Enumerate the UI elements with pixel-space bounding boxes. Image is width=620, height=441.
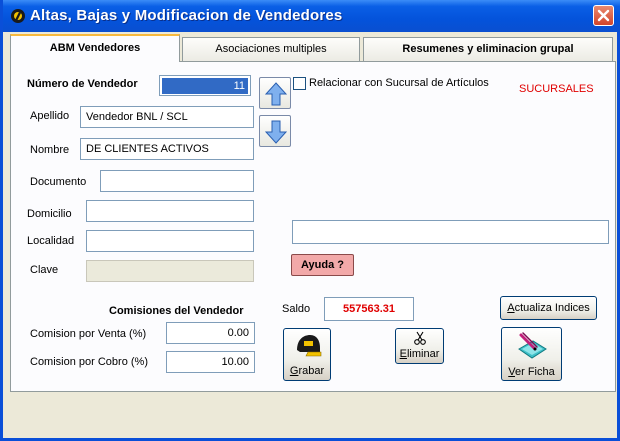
eliminar-label: liminar — [406, 348, 440, 360]
edit-card-icon — [518, 332, 547, 359]
actualiza-indices-button[interactable]: Actualiza Indices — [500, 296, 597, 320]
localidad-label: Localidad — [27, 235, 75, 247]
domicilio-label: Domicilio — [27, 208, 72, 220]
nombre-label: Nombre — [30, 144, 70, 156]
comision-venta-input[interactable]: 0.00 — [166, 322, 255, 344]
window: Altas, Bajas y Modificacion de Vendedore… — [0, 0, 620, 441]
numero-label: Número de Vendedor — [27, 78, 138, 90]
tab-abm-vendedores[interactable]: ABM Vendedores — [10, 34, 180, 62]
tab-resumenes[interactable]: Resumenes y eliminacion grupal — [363, 37, 613, 61]
clave-label: Clave — [30, 264, 59, 276]
grabar-label: rabar — [298, 365, 325, 377]
comision-cobro-label: Comision por Cobro (%) — [30, 356, 148, 368]
close-button[interactable] — [593, 5, 614, 26]
saldo-label: Saldo — [282, 303, 311, 315]
numero-value: 11 — [162, 78, 248, 94]
ver-hotkey: V — [508, 366, 515, 378]
documento-input[interactable] — [100, 170, 254, 192]
comisiones-title: Comisiones del Vendedor — [109, 305, 244, 317]
extra-text-field[interactable] — [292, 220, 609, 244]
next-record-button[interactable] — [259, 115, 291, 147]
sucursales-link[interactable]: SUCURSALES — [519, 83, 594, 95]
tab-asociaciones-multiples[interactable]: Asociaciones multiples — [182, 37, 360, 61]
documento-label: Documento — [30, 176, 87, 188]
arrow-up-icon — [265, 82, 287, 106]
apellido-input[interactable]: Vendedor BNL / SCL — [80, 106, 254, 128]
eliminar-label-wrap: Eliminar — [396, 348, 443, 360]
eliminar-button[interactable]: Eliminar — [395, 328, 444, 364]
nombre-input[interactable]: DE CLIENTES ACTIVOS — [80, 138, 254, 160]
title-bar: Altas, Bajas y Modificacion de Vendedore… — [3, 0, 620, 32]
clave-input — [86, 260, 254, 282]
localidad-input[interactable] — [86, 230, 254, 252]
saldo-value: 557563.31 — [324, 297, 414, 321]
comision-venta-label: Comision por Venta (%) — [30, 328, 147, 340]
eliminar-hotkey: E — [399, 348, 407, 360]
previous-record-button[interactable] — [259, 77, 291, 109]
actualiza-hotkey: A — [507, 302, 515, 314]
ver-ficha-label: er Ficha — [514, 366, 555, 378]
actualiza-label: ctualiza Indices — [514, 302, 590, 314]
relacionar-checkbox[interactable] — [293, 77, 306, 90]
ver-ficha-label-wrap: Ver Ficha — [502, 366, 561, 378]
save-cap-icon — [297, 335, 322, 357]
ayuda-button[interactable]: Ayuda ? — [291, 254, 354, 276]
relacionar-label: Relacionar con Sucursal de Artículos — [309, 77, 489, 89]
app-icon — [9, 7, 27, 25]
arrow-down-icon — [265, 120, 287, 144]
apellido-label: Apellido — [30, 110, 70, 122]
ver-ficha-button[interactable]: Ver Ficha — [501, 327, 562, 381]
grabar-button[interactable]: Grabar — [283, 328, 331, 381]
grabar-label-wrap: Grabar — [284, 365, 330, 377]
comision-cobro-input[interactable]: 10.00 — [166, 351, 255, 373]
domicilio-input[interactable] — [86, 200, 254, 222]
close-icon — [597, 9, 610, 22]
numero-input[interactable]: 11 — [159, 75, 251, 96]
scissors-icon — [414, 331, 426, 345]
window-title: Altas, Bajas y Modificacion de Vendedore… — [30, 7, 343, 24]
